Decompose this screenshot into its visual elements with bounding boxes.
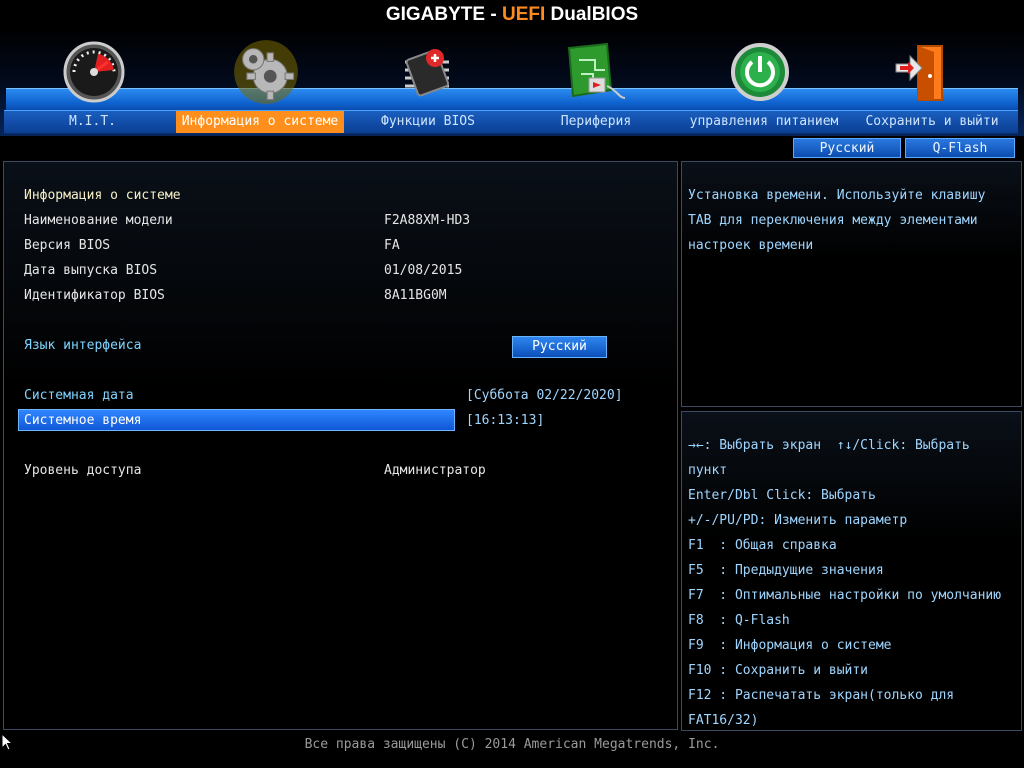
bios-version-value: FA: [384, 238, 400, 253]
model-name-value: F2A88XM-HD3: [384, 213, 471, 228]
system-time-value[interactable]: [16:13:13]: [466, 411, 544, 431]
access-level-value: Администратор: [384, 463, 486, 478]
gears-icon[interactable]: [232, 38, 300, 106]
key-legend-line: F8 : Q-Flash: [688, 613, 790, 628]
tab-peripherals[interactable]: Периферия: [552, 111, 640, 133]
circuit-board-icon[interactable]: [563, 40, 627, 104]
model-name-label: Наименование модели: [24, 213, 173, 228]
bios-date-value: 01/08/2015: [384, 263, 463, 278]
key-legend-line: F5 : Предыдущие значения: [688, 563, 884, 578]
chip-icon[interactable]: [395, 40, 459, 104]
key-legend-line: пункт: [688, 463, 728, 478]
title-brand: GIGABYTE -: [385, 4, 502, 25]
tab-bios-features[interactable]: Функции BIOS: [372, 111, 484, 133]
window-title: GIGABYTE - UEFI DualBIOS: [0, 4, 1024, 26]
bios-id-label: Идентификатор BIOS: [24, 288, 165, 303]
key-legend-line: Enter/Dbl Click: Выбрать: [688, 488, 876, 503]
system-date-value[interactable]: [Суббота 02/22/2020]: [466, 386, 623, 406]
bios-date-label: Дата выпуска BIOS: [24, 263, 158, 278]
language-label[interactable]: Язык интерфейса: [24, 336, 141, 356]
key-legend-line: F1 : Общая справка: [688, 538, 837, 553]
tab-mit[interactable]: M.I.T.: [60, 111, 125, 133]
help-text-line: TAB для переключения между элементами: [688, 213, 978, 228]
speedometer-icon[interactable]: [62, 40, 126, 104]
system-time-label[interactable]: Системное время: [24, 411, 141, 431]
access-level-label: Уровень доступа: [24, 463, 142, 478]
section-title: Информация о системе: [24, 188, 181, 203]
system-date-label[interactable]: Системная дата: [24, 386, 134, 406]
key-legend-line: →←: Выбрать экран ↑↓/Click: Выбрать: [688, 438, 970, 453]
power-icon[interactable]: [728, 40, 792, 104]
exit-door-icon[interactable]: [892, 40, 956, 104]
title-accent: UEFI: [501, 4, 546, 25]
tab-power-management[interactable]: управления питанием: [684, 111, 844, 133]
help-text-line: настроек времени: [688, 238, 814, 253]
key-legend-line: F7 : Оптимальные настройки по умолчанию: [688, 588, 1002, 603]
key-legend-line: F12 : Распечатать экран(только для: [688, 688, 955, 703]
language-select[interactable]: Русский: [512, 336, 607, 358]
qflash-button[interactable]: Q-Flash: [905, 138, 1015, 158]
language-header-button[interactable]: Русский: [793, 138, 901, 158]
key-legend-line: FAT16/32): [688, 713, 759, 728]
tab-save-exit[interactable]: Сохранить и выйти: [860, 111, 1004, 133]
key-legend-line: F10 : Сохранить и выйти: [688, 663, 869, 678]
bios-version-label: Версия BIOS: [24, 238, 111, 253]
tab-system-info[interactable]: Информация о системе: [176, 111, 344, 133]
bios-id-value: 8A11BG0M: [384, 288, 447, 303]
mouse-cursor-icon: [1, 733, 13, 751]
help-text-line: Установка времени. Используйте клавишу: [688, 188, 986, 203]
key-legend-line: +/-/PU/PD: Изменить параметр: [688, 513, 908, 528]
key-legend-line: F9 : Информация о системе: [688, 638, 892, 653]
copyright-footer: Все права защищены (C) 2014 American Meg…: [304, 737, 720, 752]
title-rest: DualBIOS: [545, 4, 639, 25]
tab-stage: [6, 88, 1018, 112]
